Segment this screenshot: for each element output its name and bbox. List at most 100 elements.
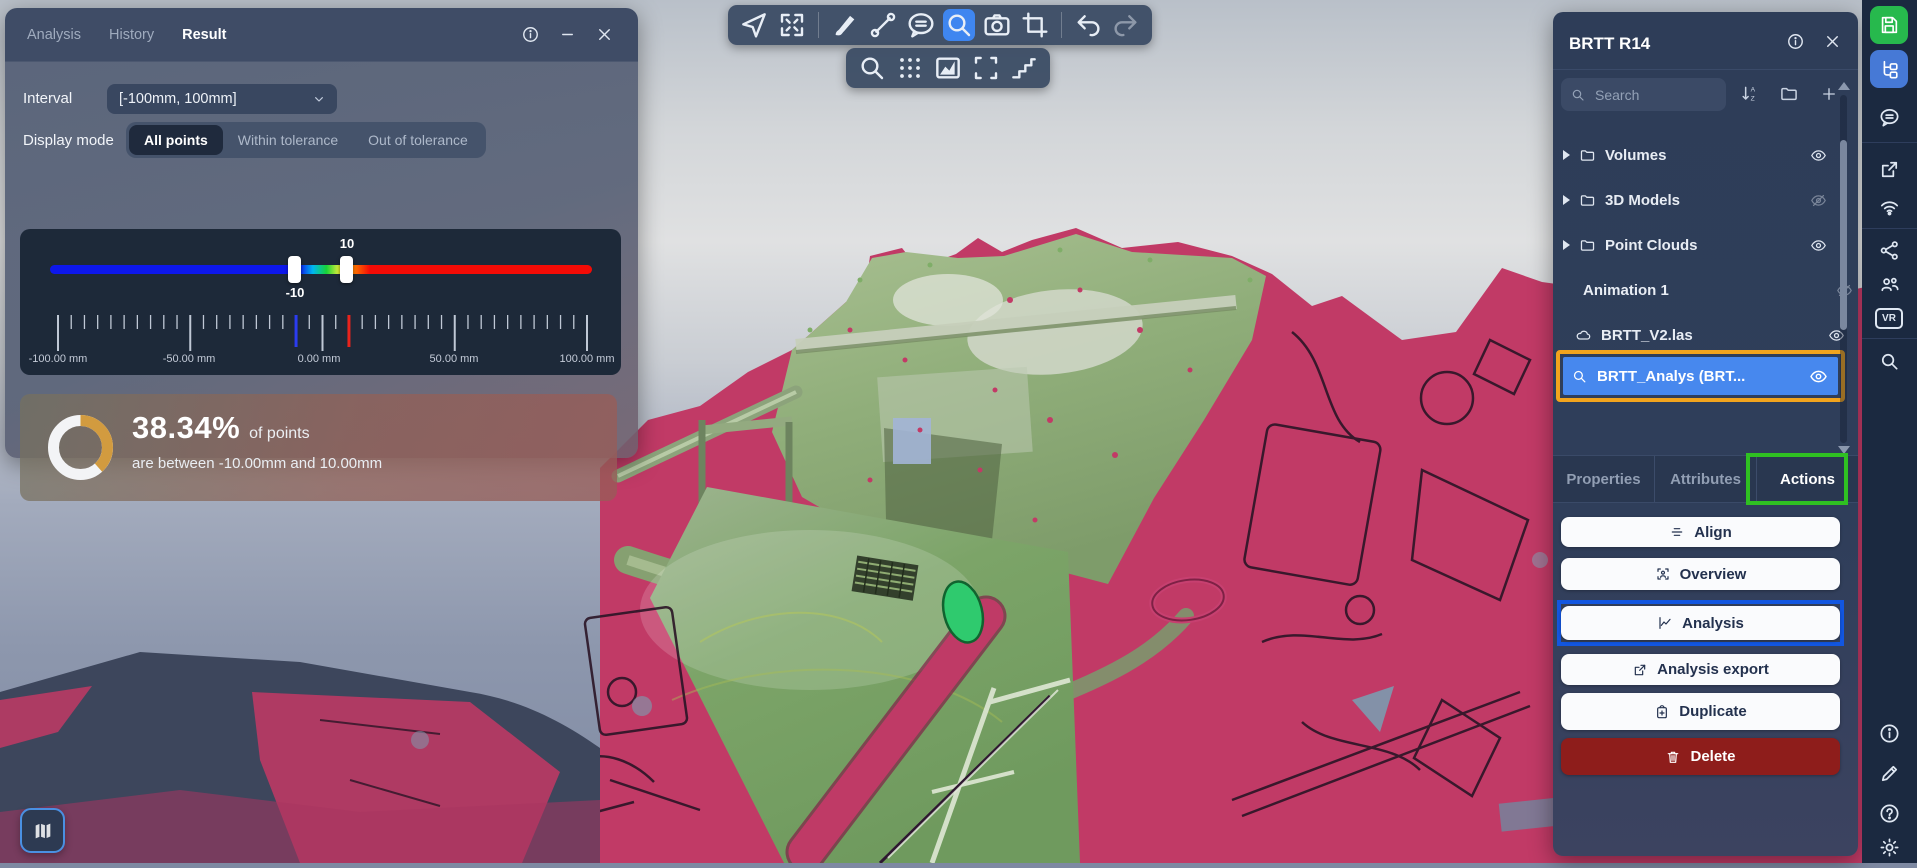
minimize-icon[interactable]: [558, 25, 577, 44]
network-button[interactable]: [1875, 193, 1903, 221]
sidebar-divider: [1862, 142, 1917, 143]
caret-right-icon[interactable]: [1563, 150, 1570, 160]
fit-view-button[interactable]: [776, 9, 808, 41]
question-icon: [1878, 802, 1901, 825]
scene-layers-panel: BRTT R14 AZ Volumes 3D Models Point Clou…: [1553, 12, 1858, 856]
align-icon: [1669, 524, 1685, 540]
visibility-eye-icon[interactable]: [1810, 147, 1827, 164]
upper-tolerance-handle[interactable]: [340, 256, 353, 283]
tree-item-label: 3D Models: [1605, 192, 1801, 209]
tree-item-volumes[interactable]: Volumes: [1557, 140, 1835, 170]
tree-item-animation-1[interactable]: Animation 1: [1557, 275, 1861, 305]
share-screen-button[interactable]: [1875, 155, 1903, 183]
lower-tolerance-handle[interactable]: [288, 256, 301, 283]
visibility-eye-icon[interactable]: [1810, 237, 1827, 254]
info-sidebar-button[interactable]: [1875, 719, 1903, 747]
brush-tool-button[interactable]: [829, 9, 861, 41]
comment-tool-button[interactable]: [905, 9, 937, 41]
scrollbar-thumb[interactable]: [1840, 140, 1847, 330]
info-icon: [1878, 722, 1901, 745]
collaborators-button[interactable]: [1875, 270, 1903, 298]
sort-button[interactable]: AZ: [1735, 80, 1763, 108]
gradient-track[interactable]: [50, 265, 592, 274]
layers-panel-controls: [1786, 32, 1842, 51]
share-screen-icon: [1878, 158, 1901, 181]
tree-item-brtt-v2-las[interactable]: BRTT_V2.las: [1557, 320, 1853, 350]
overview-button[interactable]: Overview: [1561, 558, 1840, 590]
camera-tool-button[interactable]: [981, 9, 1013, 41]
folder-icon: [1779, 84, 1799, 104]
search-tool-button[interactable]: [943, 9, 975, 41]
visibility-eye-off-icon[interactable]: [1810, 192, 1827, 209]
tab-attributes[interactable]: Attributes: [1655, 456, 1757, 502]
search-icon: [1570, 87, 1586, 103]
trash-icon: [1665, 749, 1681, 765]
info-icon[interactable]: [1786, 32, 1805, 51]
redo-button[interactable]: [1110, 9, 1142, 41]
measure-tool-button[interactable]: [867, 9, 899, 41]
profile-steps-tool-button[interactable]: [1008, 52, 1040, 84]
delete-button[interactable]: Delete: [1561, 738, 1840, 775]
scene-tree-icon: [1878, 58, 1900, 80]
edit-sidebar-button[interactable]: [1875, 759, 1903, 787]
point-grid-tool-button[interactable]: [894, 52, 926, 84]
ruler-ticks: [20, 307, 621, 355]
scene-tree-button[interactable]: [1870, 50, 1908, 88]
undo-button[interactable]: [1072, 9, 1104, 41]
tree-item-brtt-analys-selected[interactable]: BRTT_Analys (BRT...: [1563, 357, 1838, 395]
minimap-button[interactable]: [20, 808, 65, 853]
result-text: 38.34% of points are between -10.00mm an…: [132, 410, 382, 472]
close-icon[interactable]: [595, 25, 614, 44]
histogram-tool-button[interactable]: [932, 52, 964, 84]
help-button[interactable]: [1875, 799, 1903, 827]
duplicate-button[interactable]: Duplicate: [1561, 693, 1840, 730]
visibility-eye-icon[interactable]: [1809, 367, 1828, 386]
measure-icon: [867, 9, 899, 41]
tree-item-label: Point Clouds: [1605, 237, 1801, 254]
vr-mode-button[interactable]: VR: [1875, 304, 1903, 332]
selection-frame-tool-button[interactable]: [970, 52, 1002, 84]
tab-result[interactable]: Result: [182, 27, 226, 43]
brush-icon: [829, 9, 861, 41]
display-mode-label: Display mode: [23, 132, 114, 149]
settings-button[interactable]: [1875, 833, 1903, 861]
tree-item-point-clouds[interactable]: Point Clouds: [1557, 230, 1835, 260]
share-icon: [1878, 239, 1901, 262]
tab-analysis[interactable]: Analysis: [27, 27, 81, 43]
tab-properties[interactable]: Properties: [1553, 456, 1655, 502]
info-icon[interactable]: [521, 25, 540, 44]
interval-select[interactable]: [-100mm, 100mm]: [107, 84, 337, 114]
search-box[interactable]: [1561, 78, 1726, 111]
crop-icon: [1019, 9, 1051, 41]
display-mode-out-of-tolerance[interactable]: Out of tolerance: [353, 125, 483, 155]
share-button[interactable]: [1875, 236, 1903, 264]
display-mode-within-tolerance[interactable]: Within tolerance: [223, 125, 353, 155]
tree-item-label: Animation 1: [1583, 282, 1827, 299]
search-sidebar-button[interactable]: [1875, 347, 1903, 375]
close-icon[interactable]: [1823, 32, 1842, 51]
scroll-down-arrow[interactable]: [1838, 446, 1850, 454]
search-icon: [1878, 350, 1901, 373]
crop-tool-button[interactable]: [1019, 9, 1051, 41]
caret-right-icon[interactable]: [1563, 195, 1570, 205]
tab-actions[interactable]: Actions: [1757, 456, 1858, 502]
tree-item-3d-models[interactable]: 3D Models: [1557, 185, 1835, 215]
analysis-export-button[interactable]: Analysis export: [1561, 654, 1840, 685]
analysis-button[interactable]: Analysis: [1561, 606, 1840, 640]
tab-history[interactable]: History: [109, 27, 154, 43]
comments-button[interactable]: [1875, 103, 1903, 131]
scroll-up-arrow[interactable]: [1838, 82, 1850, 90]
svg-text:A: A: [1751, 87, 1756, 94]
folder-icon: [1579, 192, 1596, 209]
align-button[interactable]: Align: [1561, 517, 1840, 547]
magnifier-tool-button[interactable]: [856, 52, 888, 84]
tick-label: -100.00 mm: [13, 353, 103, 365]
new-folder-button[interactable]: [1775, 80, 1803, 108]
caret-right-icon[interactable]: [1563, 240, 1570, 250]
result-summary-card: 38.34% of points are between -10.00mm an…: [20, 394, 617, 501]
tree-item-label: Volumes: [1605, 147, 1801, 164]
search-input[interactable]: [1593, 86, 1707, 104]
save-button[interactable]: [1870, 6, 1908, 44]
display-mode-all-points[interactable]: All points: [129, 125, 223, 155]
navigate-tool-button[interactable]: [738, 9, 770, 41]
